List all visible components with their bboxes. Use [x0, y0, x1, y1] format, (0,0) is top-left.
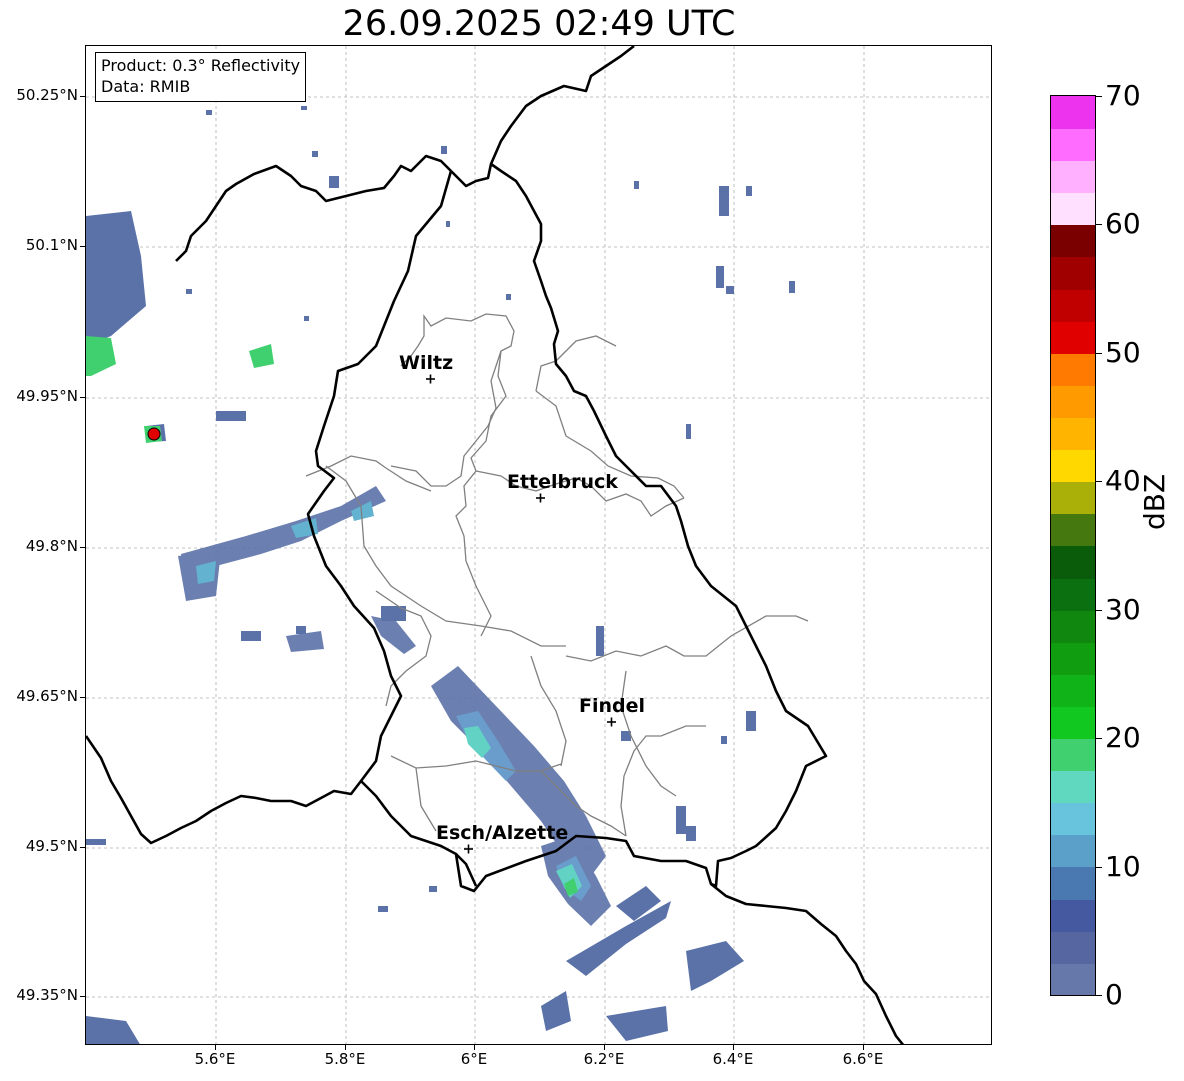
colorbar-tick: [1096, 481, 1102, 483]
colorbar-segment: [1051, 160, 1095, 194]
lat-label: 49.8°N: [25, 537, 78, 555]
colorbar-segment: [1051, 866, 1095, 900]
colorbar-segment: [1051, 352, 1095, 386]
colorbar-tick-label: 20: [1105, 721, 1141, 755]
lat-label: 49.65°N: [16, 687, 78, 705]
colorbar-segment: [1051, 481, 1095, 515]
city-label-ettelbruck: Ettelbruck: [507, 471, 618, 493]
city-label-findel: Findel: [579, 695, 645, 717]
lat-tick: [80, 96, 85, 97]
colorbar-segment: [1051, 738, 1095, 772]
colorbar-tick: [1096, 224, 1102, 226]
lon-label: 6.6°E: [842, 1050, 884, 1068]
colorbar-tick-label: 40: [1105, 464, 1141, 498]
colorbar-segment: [1051, 224, 1095, 258]
colorbar-tick: [1096, 738, 1102, 740]
colorbar-tick-label: 30: [1105, 592, 1141, 626]
product-label: Product: 0.3° Reflectivity: [101, 56, 301, 75]
lat-tick: [80, 547, 85, 548]
lon-tick: [345, 1045, 346, 1050]
lat-label: 50.25°N: [16, 86, 78, 104]
colorbar-unit-label: dBZ: [1138, 473, 1171, 530]
city-label-esch: Esch/Alzette: [436, 822, 568, 844]
lon-label: 6°E: [460, 1050, 488, 1068]
lat-tick: [80, 697, 85, 698]
canton-borders: [305, 313, 809, 837]
map-canvas: Wiltz Ettelbruck Findel Esch/Alzette: [86, 46, 991, 1044]
colorbar-tick-label: 70: [1105, 79, 1141, 112]
colorbar-tick: [1096, 352, 1102, 354]
lon-label: 6.4°E: [712, 1050, 754, 1068]
lat-tick: [80, 397, 85, 398]
colorbar-segment: [1051, 802, 1095, 836]
colorbar-segment: [1051, 545, 1095, 579]
lat-label: 49.5°N: [25, 837, 78, 855]
echo-west-edge-core: [86, 336, 274, 443]
colorbar-segment: [1051, 256, 1095, 290]
colorbar-tick: [1096, 96, 1102, 97]
lon-tick: [604, 1045, 605, 1050]
colorbar-segment: [1051, 770, 1095, 804]
lon-tick: [733, 1045, 734, 1050]
lat-tick: [80, 847, 85, 848]
colorbar-tick-label: 60: [1105, 207, 1141, 241]
colorbar-segment: [1051, 930, 1095, 964]
colorbar-segment: [1051, 513, 1095, 547]
colorbar-segment: [1051, 449, 1095, 483]
colorbar-segment: [1051, 417, 1095, 451]
country-borders: [86, 46, 905, 1044]
lon-label: 6.2°E: [583, 1050, 625, 1068]
lat-label: 49.35°N: [16, 986, 78, 1004]
colorbar-tick: [1096, 866, 1102, 868]
radar-map[interactable]: Wiltz Ettelbruck Findel Esch/Alzette Pro…: [85, 45, 992, 1045]
lat-label: 49.95°N: [16, 387, 78, 405]
lon-label: 5.6°E: [194, 1050, 236, 1068]
colorbar-segment: [1051, 641, 1095, 675]
city-label-wiltz: Wiltz: [399, 352, 453, 374]
colorbar-segment: [1051, 320, 1095, 354]
product-info-box: Product: 0.3° Reflectivity Data: RMIB: [95, 52, 307, 102]
map-title: 26.09.2025 02:49 UTC: [342, 4, 736, 44]
echo-scatter: [86, 106, 795, 912]
colorbar-segment: [1051, 706, 1095, 740]
colorbar-segment: [1051, 384, 1095, 418]
colorbar-tick-label: 0: [1105, 978, 1123, 1011]
colorbar: [1050, 95, 1096, 996]
colorbar-segment: [1051, 288, 1095, 322]
colorbar-segment: [1051, 673, 1095, 707]
colorbar-segment: [1051, 609, 1095, 643]
colorbar-segment: [1051, 834, 1095, 868]
colorbar-segment: [1051, 96, 1095, 129]
echo-southeast: [541, 886, 744, 1041]
lon-label: 5.8°E: [324, 1050, 366, 1068]
radar-site-marker: [147, 427, 161, 441]
lon-tick: [863, 1045, 864, 1050]
colorbar-segment: [1051, 128, 1095, 162]
echo-west-edge: [86, 211, 166, 1044]
data-source-label: Data: RMIB: [101, 77, 191, 96]
lat-tick: [80, 996, 85, 997]
lat-tick: [80, 246, 85, 247]
lon-tick: [474, 1045, 475, 1050]
lat-label: 50.1°N: [25, 236, 78, 254]
colorbar-tick-label: 50: [1105, 335, 1141, 369]
colorbar-tick: [1096, 609, 1102, 611]
colorbar-tick: [1096, 995, 1102, 996]
colorbar-segment: [1051, 577, 1095, 611]
colorbar-segment: [1051, 962, 1095, 995]
colorbar-segment: [1051, 192, 1095, 226]
colorbar-tick-label: 10: [1105, 849, 1141, 883]
colorbar-segment: [1051, 898, 1095, 932]
lon-tick: [215, 1045, 216, 1050]
